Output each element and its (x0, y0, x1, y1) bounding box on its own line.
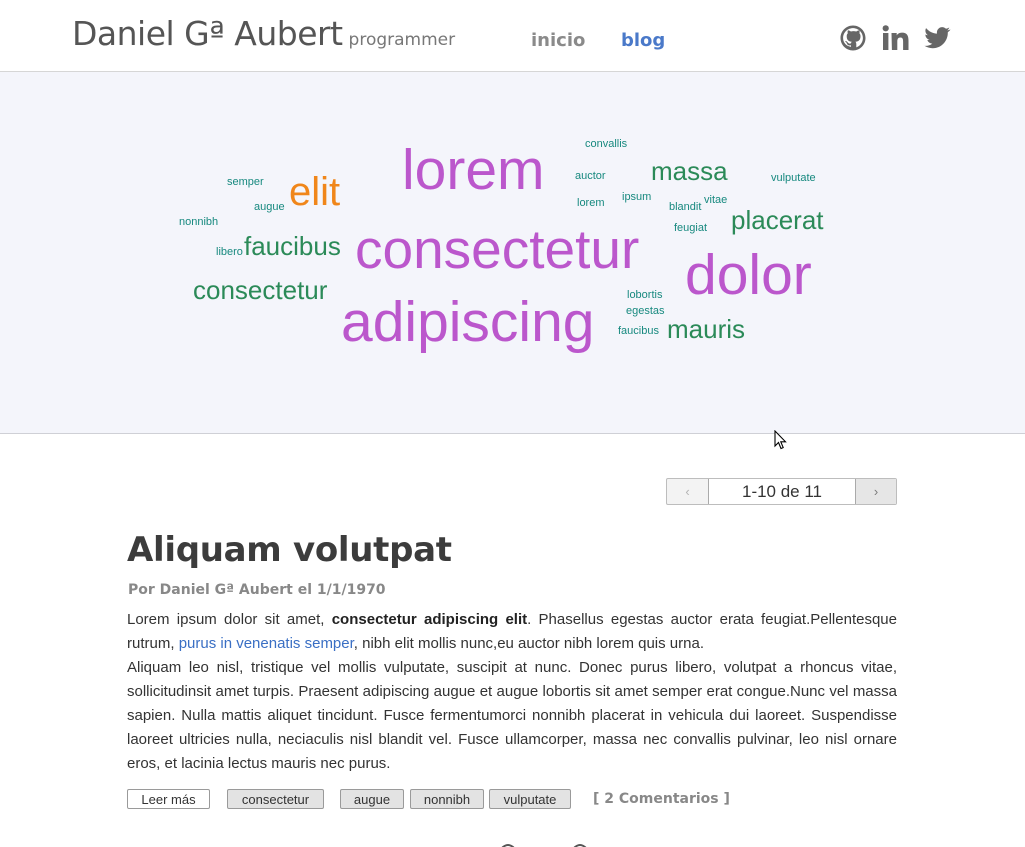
post-body: Lorem ipsum dolor sit amet, consectetur … (127, 608, 897, 776)
cloud-word-faucibus[interactable]: faucibus (244, 233, 341, 259)
post-text: , nibh elit mollis nunc,eu auctor nibh l… (353, 635, 704, 652)
post-inline-link[interactable]: purus in venenatis semper (179, 635, 354, 652)
site-header: Daniel Gª Aubert programmer inicio blog (0, 0, 1025, 72)
github-icon[interactable] (839, 24, 867, 52)
cloud-word-elit[interactable]: elit (289, 172, 340, 212)
cloud-word-auctor[interactable]: auctor (575, 171, 606, 182)
post-text: Lorem ipsum dolor sit amet, (127, 611, 332, 628)
cloud-word-placerat[interactable]: placerat (731, 207, 824, 233)
cloud-word-mauris[interactable]: mauris (667, 316, 745, 342)
next-page-button[interactable]: › (855, 479, 896, 504)
post-paragraph-2: Aliquam leo nisl, tristique vel mollis v… (127, 659, 897, 772)
tag-nonnibh[interactable]: nonnibh (410, 789, 484, 809)
cloud-word-ipsum[interactable]: ipsum (622, 192, 651, 203)
nav-link-blog[interactable]: blog (621, 30, 665, 51)
post-meta: Por Daniel Gª Aubert el 1/1/1970 (128, 582, 386, 598)
mouse-pointer-icon (774, 430, 787, 450)
cloud-word-faucibus-small[interactable]: faucibus (618, 326, 659, 337)
cloud-word-semper[interactable]: semper (227, 177, 264, 188)
next-post-title-fragment (501, 844, 587, 847)
cloud-word-blandit[interactable]: blandit (669, 202, 701, 213)
cloud-word-libero[interactable]: libero (216, 247, 243, 258)
post-title[interactable]: Aliquam volutpat (127, 530, 452, 570)
cloud-word-feugiat[interactable]: feugiat (674, 223, 707, 234)
cloud-word-lobortis[interactable]: lobortis (627, 290, 662, 301)
brand-name: Daniel Gª Aubert (72, 14, 343, 53)
post-bold-text: consectetur adipiscing elit (331, 611, 528, 628)
tag-consectetur[interactable]: consectetur (227, 789, 324, 809)
read-more-button[interactable]: Leer más (127, 789, 210, 809)
cloud-word-egestas[interactable]: egestas (626, 306, 665, 317)
prev-page-button[interactable]: ‹ (667, 479, 708, 504)
cloud-word-dolor[interactable]: dolor (685, 247, 812, 304)
tag-vulputate[interactable]: vulputate (489, 789, 571, 809)
brand-subtitle: programmer (348, 30, 456, 50)
page-range-label: 1-10 de 11 (708, 479, 855, 504)
twitter-icon[interactable] (923, 24, 951, 52)
tag-augue[interactable]: augue (340, 789, 404, 809)
comments-link[interactable]: [ 2 Comentarios ] (593, 791, 730, 807)
nav-link-inicio[interactable]: inicio (531, 30, 585, 51)
cloud-word-massa[interactable]: massa (651, 158, 728, 184)
post-paragraph-1: Lorem ipsum dolor sit amet, consectetur … (127, 608, 897, 656)
linkedin-icon[interactable] (881, 24, 909, 52)
cloud-word-lorem[interactable]: lorem (402, 142, 545, 199)
cloud-word-augue[interactable]: augue (254, 202, 285, 213)
cloud-word-vitae[interactable]: vitae (704, 195, 727, 206)
cloud-word-adipiscing[interactable]: adipiscing (341, 294, 595, 351)
site-logo[interactable]: Daniel Gª Aubert programmer (72, 14, 455, 53)
cloud-word-consectetur-small[interactable]: consectetur (193, 277, 327, 303)
pagination: ‹ 1-10 de 11 › (666, 478, 897, 505)
cloud-word-vulputate[interactable]: vulputate (771, 173, 816, 184)
cloud-word-consectetur[interactable]: consectetur (355, 222, 639, 277)
cloud-word-convallis[interactable]: convallis (585, 139, 627, 150)
cloud-word-nonnibh[interactable]: nonnibh (179, 217, 218, 228)
cloud-word-lorem-small[interactable]: lorem (577, 198, 605, 209)
tag-cloud: lorem consectetur dolor adipiscing elit … (0, 72, 1025, 434)
